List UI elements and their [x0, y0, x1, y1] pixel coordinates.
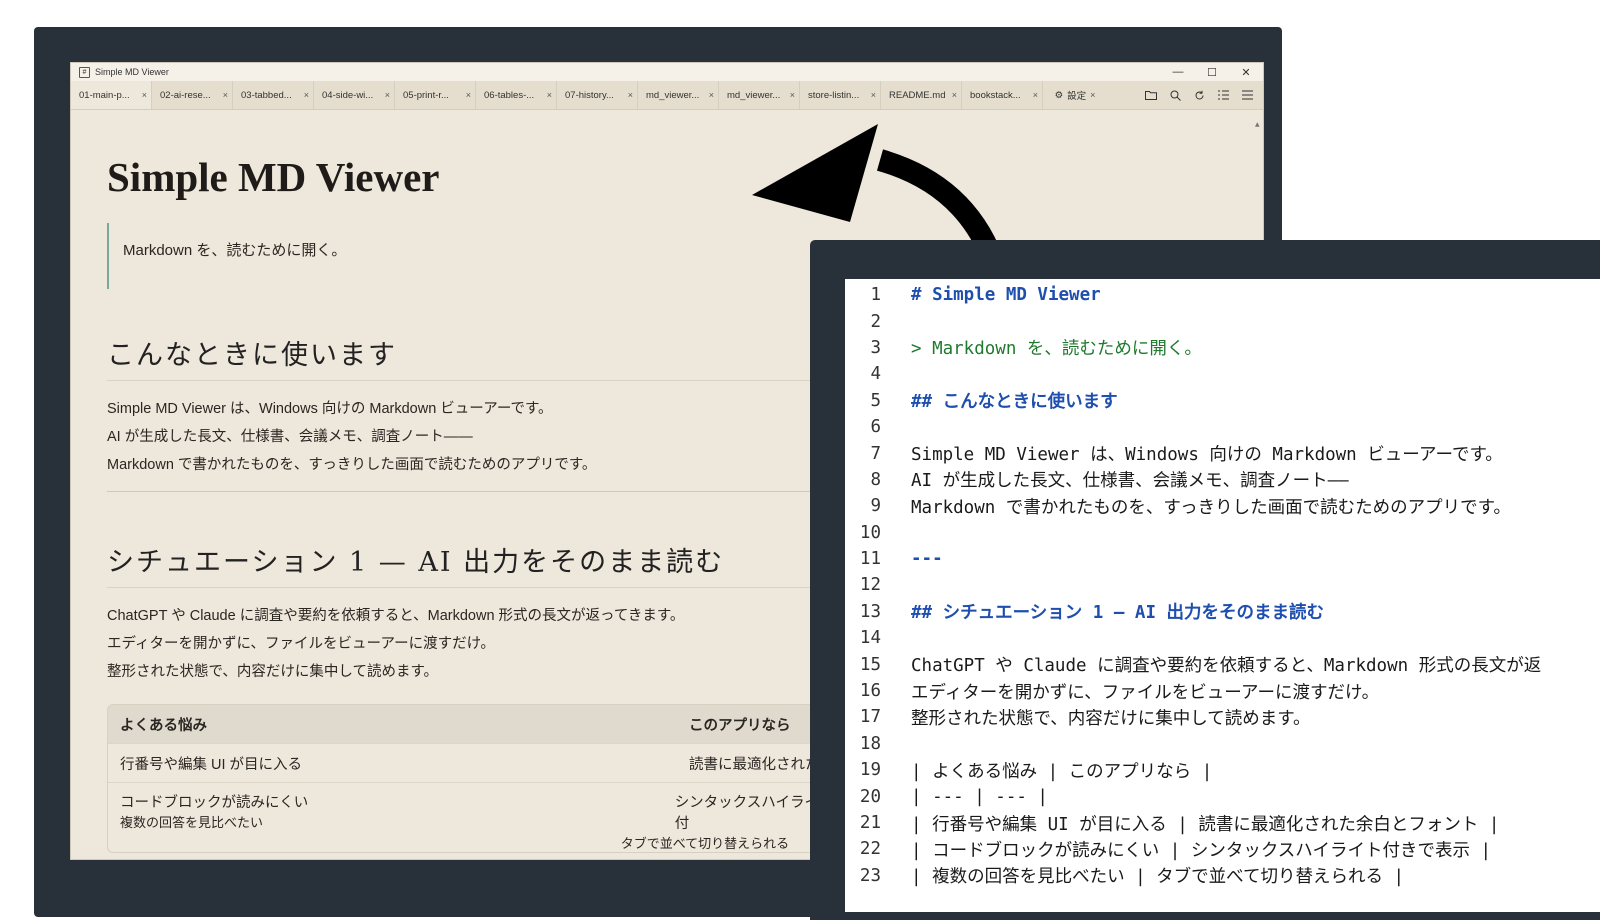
line-number: 7: [870, 443, 881, 464]
code-line[interactable]: 4: [845, 361, 1600, 387]
code-line[interactable]: 21 | 行番号や編集 UI が目に入る | 読書に最適化された余白とフォント |: [845, 810, 1600, 836]
code-line[interactable]: 23 | 複数の回答を見比べたい | タブで並べて切り替えられる |: [845, 863, 1600, 889]
line-number: 5: [870, 390, 881, 411]
code-line[interactable]: 17 整形された状態で、内容だけに集中して読めます。: [845, 704, 1600, 730]
code-line[interactable]: 16 エディターを開かずに、ファイルをビューアーに渡すだけ。: [845, 678, 1600, 704]
line-number: 11: [859, 549, 881, 570]
line-number: 18: [859, 733, 881, 754]
line-text: | 行番号や編集 UI が目に入る | 読書に最適化された余白とフォント |: [911, 814, 1500, 835]
code-line[interactable]: 5 ## こんなときに使います: [845, 388, 1600, 414]
line-number: 9: [870, 496, 881, 517]
code-line[interactable]: 2: [845, 308, 1600, 334]
line-number: 23: [859, 865, 881, 886]
code-line[interactable]: 14: [845, 625, 1600, 651]
line-text: ## こんなときに使います: [911, 392, 1118, 413]
line-text: Simple MD Viewer は、Windows 向けの Markdown …: [911, 445, 1503, 466]
line-number: 15: [859, 654, 881, 675]
code-line[interactable]: 20 | --- | --- |: [845, 783, 1600, 809]
code-line[interactable]: 3 > Markdown を、読むために開く。: [845, 335, 1600, 361]
code-line[interactable]: 10: [845, 520, 1600, 546]
code-line[interactable]: 6: [845, 414, 1600, 440]
line-text: Markdown で書かれたものを、すっきりした画面で読むためのアプリです。: [911, 497, 1511, 518]
line-text: エディターを開かずに、ファイルをビューアーに渡すだけ。: [911, 682, 1380, 703]
line-text: ## シチュエーション 1 — AI 出力をそのまま読む: [911, 603, 1325, 624]
line-number: 20: [859, 786, 881, 807]
line-number: 6: [870, 417, 881, 438]
line-number: 1: [870, 285, 881, 306]
line-number: 21: [859, 813, 881, 833]
code-line[interactable]: 18: [845, 731, 1600, 757]
code-line[interactable]: 9 Markdown で書かれたものを、すっきりした画面で読むためのアプリです。: [845, 493, 1600, 519]
code-line[interactable]: 7 Simple MD Viewer は、Windows 向けの Markdown…: [845, 440, 1600, 466]
line-number: 14: [859, 628, 881, 649]
line-number: 10: [859, 522, 881, 543]
line-number: 17: [859, 707, 881, 728]
line-number: 13: [859, 601, 881, 622]
line-number: 19: [859, 760, 881, 781]
line-text: ChatGPT や Claude に調査や要約を依頼すると、Markdown 形…: [911, 656, 1542, 677]
code-line[interactable]: 11 ---: [845, 546, 1600, 572]
line-text: AI が生成した長文、仕様書、会議メモ、調査ノート——: [911, 471, 1349, 492]
line-text: | --- | --- |: [911, 786, 1048, 807]
line-text: # Simple MD Viewer: [911, 285, 1101, 306]
code-line[interactable]: 22 | コードブロックが読みにくい | シンタックスハイライト付きで表示 |: [845, 836, 1600, 862]
line-number: 8: [870, 469, 881, 490]
line-text: | よくある悩み | このアプリなら |: [911, 761, 1213, 782]
line-text: > Markdown を、読むために開く。: [911, 339, 1202, 360]
line-text: | 複数の回答を見比べたい | タブで並べて切り替えられる |: [911, 867, 1405, 888]
code-line[interactable]: 15 ChatGPT や Claude に調査や要約を依頼すると、Markdown…: [845, 651, 1600, 677]
line-text: ---: [911, 549, 943, 570]
markdown-source-editor[interactable]: 1 # Simple MD Viewer 2 3 > Markdown を、読むために開…: [845, 279, 1600, 912]
line-number: 22: [859, 839, 881, 860]
code-line[interactable]: 1 # Simple MD Viewer: [845, 282, 1600, 308]
code-line[interactable]: 8 AI が生成した長文、仕様書、会議メモ、調査ノート——: [845, 467, 1600, 493]
code-line[interactable]: 12: [845, 572, 1600, 598]
line-text: | コードブロックが読みにくい | シンタックスハイライト付きで表示 |: [911, 840, 1492, 861]
line-number: 3: [870, 337, 881, 358]
line-number: 4: [870, 364, 881, 385]
code-line[interactable]: 19 | よくある悩み | このアプリなら |: [845, 757, 1600, 783]
line-number: 16: [859, 681, 881, 702]
line-number: 12: [859, 575, 881, 596]
line-number: 2: [870, 311, 881, 332]
code-line[interactable]: 13 ## シチュエーション 1 — AI 出力をそのまま読む: [845, 599, 1600, 625]
line-text: 整形された状態で、内容だけに集中して読めます。: [911, 708, 1311, 729]
